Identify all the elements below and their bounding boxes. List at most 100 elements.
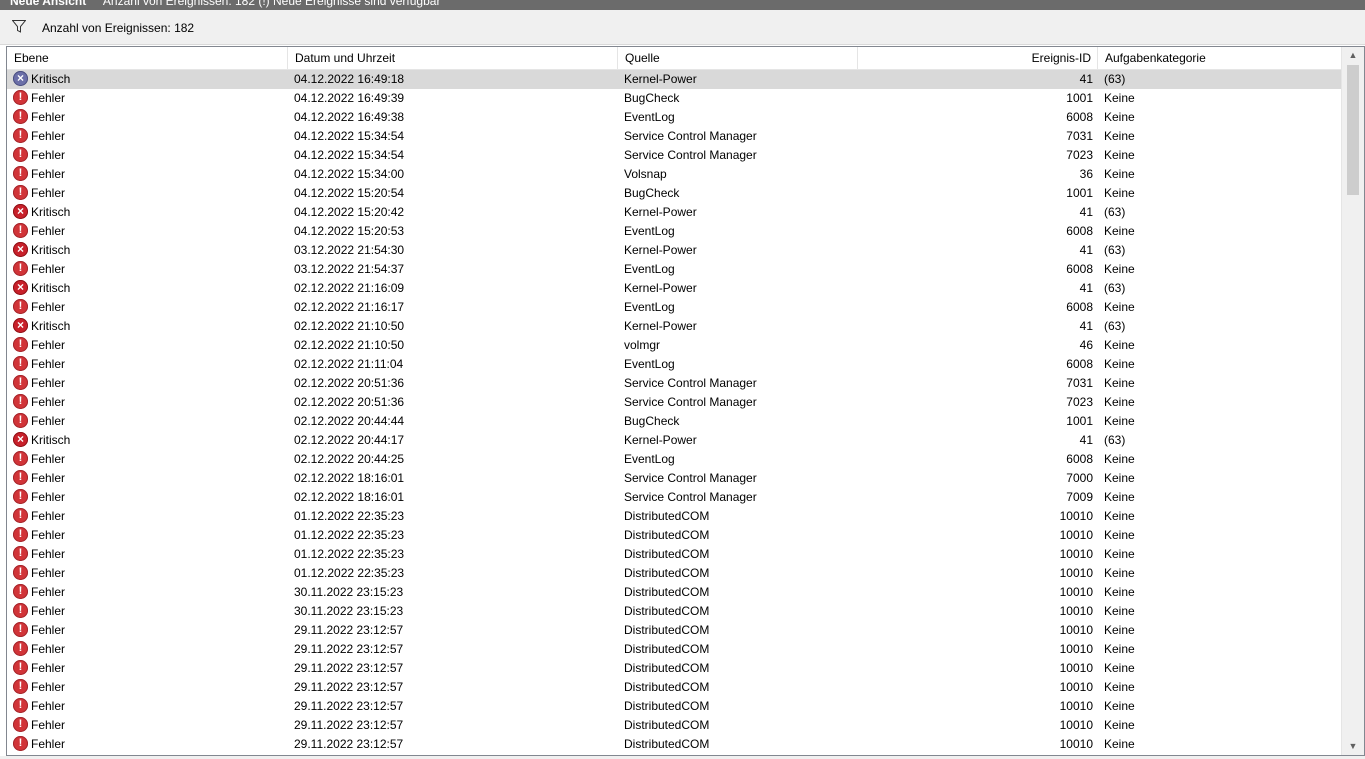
- cell-date: 01.12.2022 22:35:23: [294, 528, 405, 542]
- table-row[interactable]: ! Fehler 04.12.2022 15:34:00 Volsnap 36 Keine: [7, 165, 1342, 184]
- table-row[interactable]: ! Fehler 02.12.2022 21:11:04 EventLog 6008 Ke…: [7, 355, 1342, 374]
- table-row[interactable]: ! Fehler 30.11.2022 23:15:23 DistributedCOM…: [7, 602, 1342, 621]
- table-row[interactable]: ! Fehler 02.12.2022 21:16:17 EventLog 6008 Ke…: [7, 298, 1342, 317]
- cell-source: DistributedCOM: [624, 737, 710, 751]
- table-row[interactable]: ! Fehler 03.12.2022 21:54:37 EventLog 6008 Ke…: [7, 260, 1342, 279]
- error-icon: !: [13, 166, 28, 182]
- level-text: Fehler: [31, 737, 66, 751]
- filter-icon[interactable]: [12, 20, 26, 33]
- error-icon: !: [13, 451, 28, 467]
- table-row[interactable]: ! Fehler 02.12.2022 20:44:25 EventLog 6008 Ke…: [7, 450, 1342, 469]
- table-row[interactable]: × Kritisch 02.12.2022 21:10:50 Kernel-Power…: [7, 317, 1342, 336]
- table-row[interactable]: × Kritisch 04.12.2022 15:20:42 Kernel-Power…: [7, 203, 1342, 222]
- cell-level: ! Fehler: [13, 564, 283, 583]
- cell-date: 02.12.2022 20:51:36: [294, 376, 405, 390]
- table-row[interactable]: ! Fehler 02.12.2022 18:16:01 Service Contro…: [7, 488, 1342, 507]
- cell-event-id: 41: [1079, 205, 1093, 219]
- scroll-up-arrow-icon[interactable]: ▲: [1342, 47, 1364, 64]
- table-row[interactable]: × Kritisch 02.12.2022 21:16:09 Kernel-Power…: [7, 279, 1342, 298]
- cell-event-id: 36: [1079, 167, 1093, 181]
- cell-event-id: 46: [1079, 338, 1093, 352]
- level-text: Kritisch: [31, 319, 71, 333]
- cell-category: (63): [1104, 281, 1126, 295]
- table-row[interactable]: ! Fehler 02.12.2022 21:10:50 volmgr 46 Keine: [7, 336, 1342, 355]
- cell-level: × Kritisch: [13, 241, 283, 260]
- column-header-level[interactable]: Ebene: [7, 47, 288, 69]
- cell-date: 04.12.2022 16:49:39: [294, 91, 405, 105]
- cell-event-id: 10010: [1059, 718, 1093, 732]
- table-row[interactable]: ! Fehler 29.11.2022 23:12:57 DistributedCOM…: [7, 716, 1342, 735]
- table-row[interactable]: ! Fehler 29.11.2022 23:12:57 DistributedCOM…: [7, 678, 1342, 697]
- table-row[interactable]: × Kritisch 04.12.2022 16:49:18 Kernel-Power…: [7, 70, 1342, 89]
- cell-event-id: 10010: [1059, 642, 1093, 656]
- table-row[interactable]: ! Fehler 01.12.2022 22:35:23 DistributedCOM…: [7, 564, 1342, 583]
- cell-source: Kernel-Power: [624, 243, 697, 257]
- scroll-down-arrow-icon[interactable]: ▼: [1342, 738, 1364, 755]
- cell-level: ! Fehler: [13, 469, 283, 488]
- table-row[interactable]: ! Fehler 29.11.2022 23:12:57 DistributedCOM…: [7, 697, 1342, 716]
- column-header-source[interactable]: Quelle: [618, 47, 858, 69]
- table-row[interactable]: ! Fehler 29.11.2022 23:12:57 DistributedCOM…: [7, 735, 1342, 754]
- cell-source: DistributedCOM: [624, 509, 710, 523]
- table-row[interactable]: ! Fehler 29.11.2022 23:12:57 DistributedCOM…: [7, 640, 1342, 659]
- title-text: Neue Ansicht Anzahl von Ereignissen: 182…: [10, 0, 440, 8]
- level-text: Fehler: [31, 357, 66, 371]
- column-header-event-id[interactable]: Ereignis-ID: [858, 47, 1098, 69]
- cell-level: ! Fehler: [13, 260, 283, 279]
- error-icon: !: [13, 584, 28, 600]
- table-row[interactable]: ! Fehler 04.12.2022 16:49:39 BugCheck 1001 Ke…: [7, 89, 1342, 108]
- critical-icon: ×: [13, 318, 28, 334]
- cell-source: DistributedCOM: [624, 566, 710, 580]
- table-row[interactable]: ! Fehler 02.12.2022 20:44:44 BugCheck 1001 Ke…: [7, 412, 1342, 431]
- cell-source: DistributedCOM: [624, 585, 710, 599]
- level-text: Fehler: [31, 167, 66, 181]
- level-text: Fehler: [31, 91, 66, 105]
- cell-date: 01.12.2022 22:35:23: [294, 547, 405, 561]
- cell-category: Keine: [1104, 604, 1135, 618]
- table-row[interactable]: ! Fehler 02.12.2022 18:16:01 Service Contro…: [7, 469, 1342, 488]
- cell-event-id: 7031: [1066, 376, 1093, 390]
- table-row[interactable]: ! Fehler 02.12.2022 20:51:36 Service Contro…: [7, 374, 1342, 393]
- event-list[interactable]: Ebene Datum und Uhrzeit Quelle Ereignis-…: [6, 46, 1365, 756]
- column-header-category[interactable]: Aufgabenkategorie: [1098, 47, 1342, 69]
- table-row[interactable]: ! Fehler 02.12.2022 20:51:36 Service Contro…: [7, 393, 1342, 412]
- cell-category: Keine: [1104, 718, 1135, 732]
- cell-date: 04.12.2022 15:34:54: [294, 129, 405, 143]
- cell-date: 29.11.2022 23:12:57: [294, 699, 404, 713]
- cell-category: Keine: [1104, 490, 1135, 504]
- table-row[interactable]: × Kritisch 03.12.2022 21:54:30 Kernel-Power…: [7, 241, 1342, 260]
- table-row[interactable]: × Kritisch 02.12.2022 20:44:17 Kernel-Power…: [7, 431, 1342, 450]
- cell-level: ! Fehler: [13, 336, 283, 355]
- cell-event-id: 41: [1079, 243, 1093, 257]
- table-row[interactable]: ! Fehler 29.11.2022 23:12:57 DistributedCOM…: [7, 659, 1342, 678]
- cell-level: ! Fehler: [13, 374, 283, 393]
- vertical-scrollbar[interactable]: ▲ ▼: [1341, 47, 1364, 755]
- cell-level: × Kritisch: [13, 279, 283, 298]
- table-row[interactable]: ! Fehler 30.11.2022 23:15:23 DistributedCOM…: [7, 583, 1342, 602]
- cell-date: 03.12.2022 21:54:30: [294, 243, 405, 257]
- error-icon: !: [13, 527, 28, 543]
- table-row[interactable]: ! Fehler 04.12.2022 15:20:53 EventLog 6008 Ke…: [7, 222, 1342, 241]
- cell-event-id: 1001: [1066, 186, 1093, 200]
- table-row[interactable]: ! Fehler 04.12.2022 15:34:54 Service Contro…: [7, 146, 1342, 165]
- cell-event-id: 1001: [1066, 414, 1093, 428]
- cell-date: 02.12.2022 21:10:50: [294, 338, 405, 352]
- table-row[interactable]: ! Fehler 01.12.2022 22:35:23 DistributedCOM…: [7, 545, 1342, 564]
- cell-level: ! Fehler: [13, 393, 283, 412]
- scrollbar-thumb[interactable]: [1347, 65, 1359, 195]
- cell-source: BugCheck: [624, 414, 680, 428]
- table-row[interactable]: ! Fehler 01.12.2022 22:35:23 DistributedCOM…: [7, 526, 1342, 545]
- column-header-date[interactable]: Datum und Uhrzeit: [288, 47, 618, 69]
- table-row[interactable]: ! Fehler 04.12.2022 16:49:38 EventLog 6008 Ke…: [7, 108, 1342, 127]
- level-text: Fehler: [31, 623, 66, 637]
- cell-source: BugCheck: [624, 91, 680, 105]
- cell-source: Kernel-Power: [624, 72, 697, 86]
- table-row[interactable]: ! Fehler 04.12.2022 15:34:54 Service Contro…: [7, 127, 1342, 146]
- table-row[interactable]: ! Fehler 01.12.2022 22:35:23 DistributedCOM…: [7, 507, 1342, 526]
- level-text: Fehler: [31, 566, 66, 580]
- level-text: Fehler: [31, 452, 66, 466]
- table-row[interactable]: ! Fehler 29.11.2022 23:12:57 DistributedCOM…: [7, 621, 1342, 640]
- table-row[interactable]: ! Fehler 04.12.2022 15:20:54 BugCheck 1001 Ke…: [7, 184, 1342, 203]
- cell-source: EventLog: [624, 357, 675, 371]
- cell-source: EventLog: [624, 110, 675, 124]
